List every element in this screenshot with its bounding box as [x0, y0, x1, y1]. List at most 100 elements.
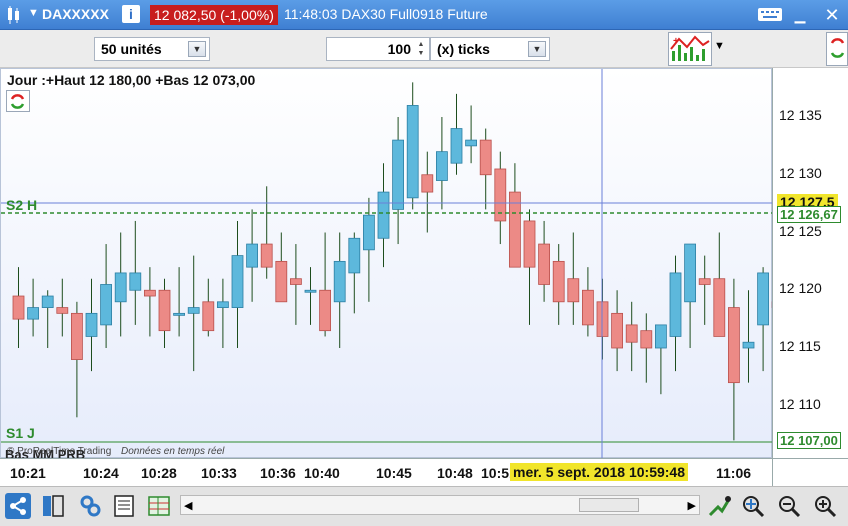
price-axis[interactable]: 12 135 12 130 12 125 12 120 12 115 12 110 12 … — [772, 68, 848, 458]
price-change-badge: 12 082,50 (-1,00%) — [150, 5, 278, 25]
candle-up[interactable] — [27, 307, 40, 320]
units-value: 50 unités — [101, 41, 162, 57]
info-icon[interactable]: i — [122, 5, 140, 23]
time-tick-label: 10:33 — [201, 465, 237, 481]
minimize-icon[interactable]: ▁ — [790, 5, 810, 25]
price-chart[interactable] — [1, 69, 773, 459]
candle-down[interactable] — [728, 307, 740, 384]
candle-up[interactable] — [392, 139, 405, 210]
candle-up[interactable] — [216, 301, 229, 308]
candle-up[interactable] — [85, 312, 98, 337]
candle-up[interactable] — [757, 272, 769, 326]
report-icon[interactable] — [112, 493, 136, 524]
candle-up[interactable] — [435, 151, 448, 181]
price-tick-label: 12 135 — [779, 107, 822, 123]
candle-up[interactable] — [114, 272, 127, 303]
candle-up[interactable] — [377, 191, 390, 239]
candle-up[interactable] — [41, 295, 54, 308]
candle-up[interactable] — [333, 260, 346, 303]
zoom-fit-icon[interactable] — [740, 493, 766, 524]
candle-up[interactable] — [742, 341, 755, 349]
candle-up[interactable] — [348, 237, 361, 274]
title-bar: ▼ DAXXXXX i 12 082,50 (-1,00%) 11:48:03 … — [0, 0, 848, 30]
horizontal-scrollbar[interactable]: ◀ ▶ — [180, 495, 700, 515]
refresh-icon[interactable] — [826, 32, 848, 66]
candle-down[interactable] — [275, 260, 288, 303]
cursor-time-label: mer. 5 sept. 2018 10:59:48 — [510, 463, 689, 481]
candle-down[interactable] — [479, 139, 492, 176]
candle-down[interactable] — [202, 301, 215, 332]
candle-up[interactable] — [231, 255, 244, 308]
symbol-dropdown-icon[interactable]: ▼ — [28, 7, 39, 19]
candle-down[interactable] — [319, 289, 332, 332]
candle-down[interactable] — [538, 243, 550, 285]
auto-scroll-icon[interactable] — [706, 493, 732, 524]
chart-header: Jour :+Haut 12 180,00 +Bas 12 073,00 — [7, 72, 256, 88]
candle-up[interactable] — [655, 324, 667, 349]
chevron-down-icon[interactable]: ▼ — [528, 41, 546, 57]
candle-down[interactable] — [552, 260, 565, 303]
keyboard-icon[interactable] — [756, 5, 784, 25]
ticks-unit-select[interactable]: (x) ticks ▼ — [430, 37, 550, 61]
candle-up[interactable] — [173, 312, 186, 316]
units-select[interactable]: 50 unités ▼ — [94, 37, 210, 61]
candle-up[interactable] — [362, 214, 375, 251]
indicators-dropdown-icon[interactable]: ▼ — [714, 40, 725, 52]
time-tick-label: 11:06 — [716, 465, 752, 481]
s1-label: S1 J — [6, 425, 35, 441]
time-axis[interactable]: 10:21 10:24 10:28 10:33 10:36 10:40 10:45 10:48… — [0, 458, 772, 486]
sync-icon[interactable] — [6, 90, 30, 112]
candle-up[interactable] — [684, 243, 696, 303]
candle-down[interactable] — [71, 312, 83, 360]
candle-down[interactable] — [260, 243, 273, 268]
price-tick-label: 12 115 — [779, 338, 821, 354]
chevron-down-icon[interactable]: ▼ — [188, 41, 206, 57]
candle-up[interactable] — [246, 243, 259, 268]
ticks-input[interactable]: 100 ▲ ▼ — [326, 37, 430, 61]
candle-up[interactable] — [669, 272, 682, 337]
candle-down[interactable] — [640, 330, 653, 349]
candle-up[interactable] — [465, 139, 478, 147]
candle-down[interactable] — [713, 278, 726, 337]
candle-up[interactable] — [129, 272, 142, 291]
candle-down[interactable] — [698, 278, 711, 285]
candle-down[interactable] — [611, 312, 623, 349]
candle-down[interactable] — [523, 220, 536, 268]
candle-up[interactable] — [304, 289, 317, 293]
chart-type-icon[interactable] — [6, 6, 22, 29]
ticks-unit-value: (x) ticks — [437, 41, 490, 57]
candle-down[interactable] — [421, 174, 434, 193]
scroll-thumb[interactable] — [579, 498, 639, 512]
time-tick-label: 10:45 — [376, 465, 412, 481]
share-icon[interactable] — [5, 493, 31, 519]
candle-down[interactable] — [567, 278, 580, 303]
zoom-in-icon[interactable] — [812, 493, 838, 524]
candle-up[interactable] — [406, 105, 419, 199]
s1-price-tag: 12 107,00 — [777, 432, 841, 449]
candle-down[interactable] — [289, 278, 302, 285]
candle-up[interactable] — [450, 128, 463, 164]
indicators-icon[interactable]: + — [668, 32, 712, 66]
candle-down[interactable] — [582, 289, 594, 326]
symbol-name[interactable]: DAXXXXX — [42, 6, 109, 22]
bottom-toolbar: ◀ ▶ — [0, 486, 848, 526]
scroll-right-icon[interactable]: ▶ — [688, 499, 696, 512]
time-tick-label: 10:28 — [141, 465, 177, 481]
table-icon[interactable] — [146, 493, 172, 524]
link-icon[interactable] — [78, 493, 104, 524]
candle-down[interactable] — [12, 295, 25, 320]
candle-down[interactable] — [56, 307, 69, 314]
zoom-out-icon[interactable] — [776, 493, 802, 524]
candle-up[interactable] — [100, 284, 112, 326]
candle-down[interactable] — [158, 289, 171, 332]
ticks-stepper[interactable]: ▲ ▼ — [415, 40, 427, 58]
chart-panel[interactable]: Jour :+Haut 12 180,00 +Bas 12 073,00 S2 … — [0, 68, 773, 462]
s2-label: S2 H — [6, 197, 38, 213]
candle-down[interactable] — [143, 289, 156, 297]
candle-up[interactable] — [187, 307, 200, 314]
data-source-brand: © ProRealTime Trading — [7, 446, 112, 457]
scroll-left-icon[interactable]: ◀ — [184, 499, 192, 512]
candle-down[interactable] — [625, 324, 638, 343]
close-icon[interactable]: ✕ — [822, 5, 842, 25]
layout-icon[interactable] — [40, 493, 66, 524]
